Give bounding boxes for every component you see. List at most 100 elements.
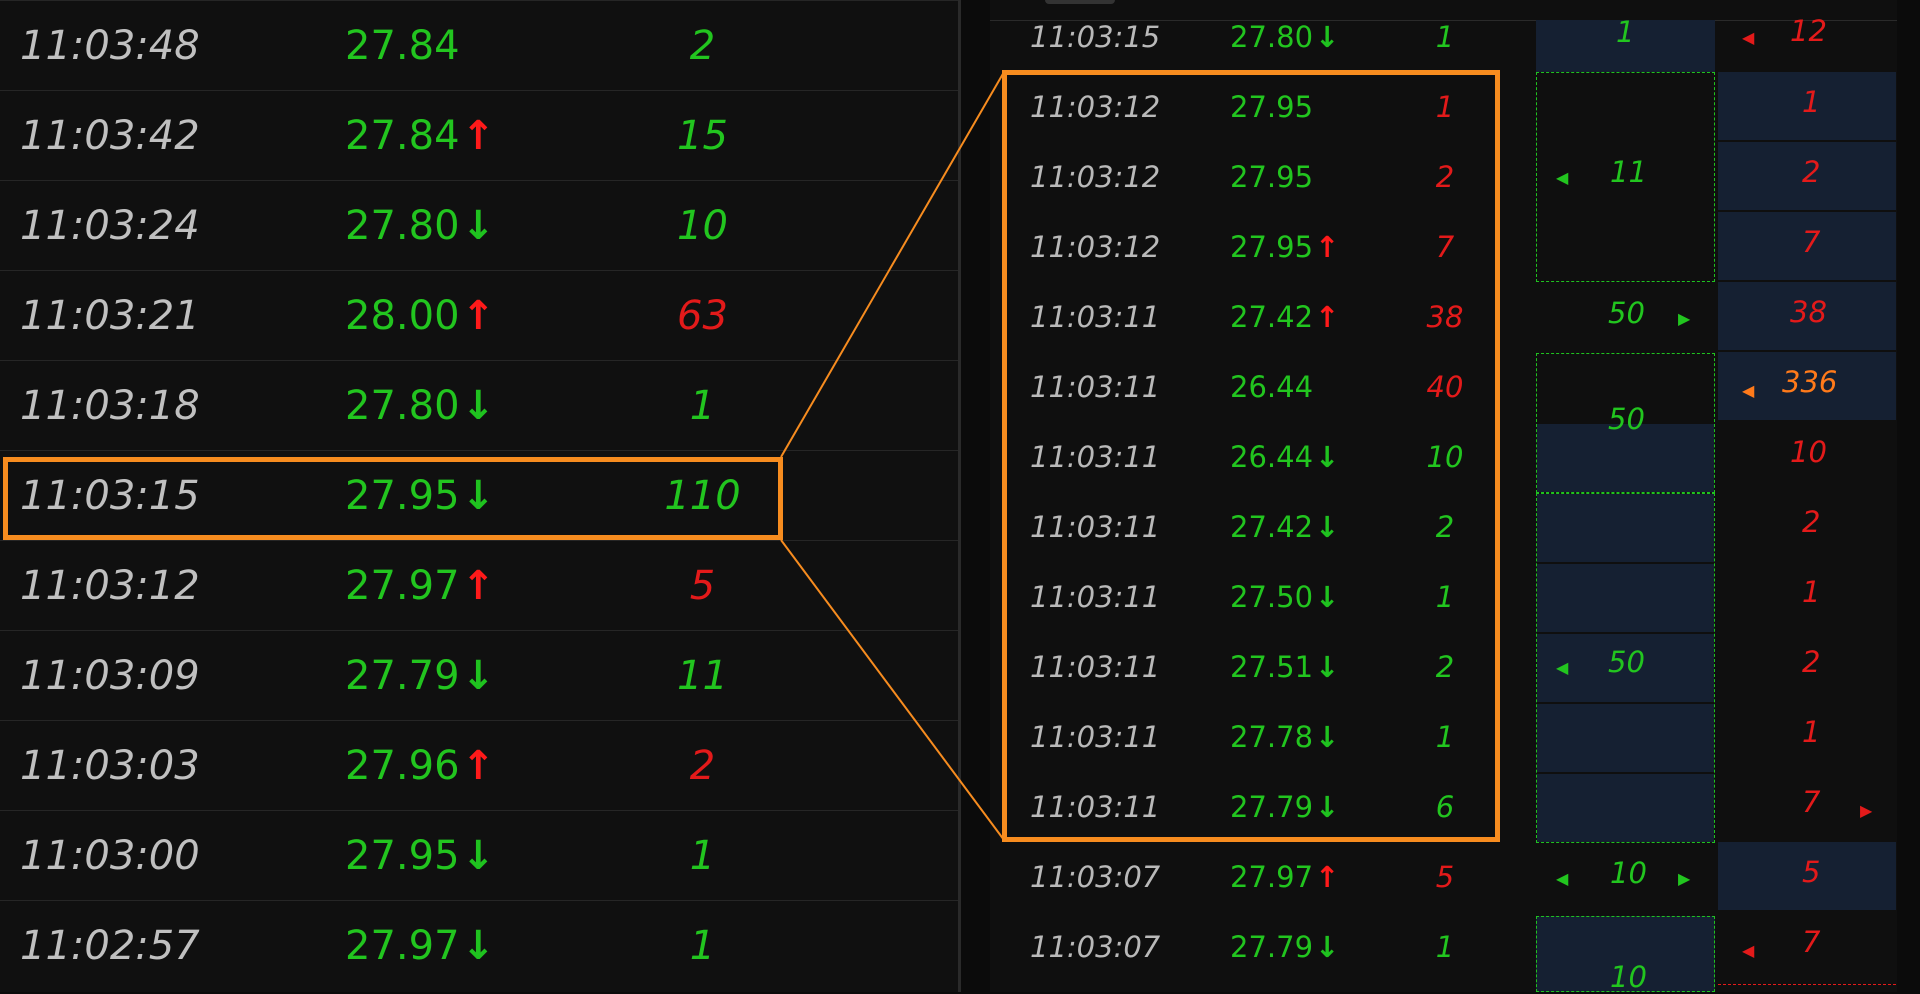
trade-price-value: 27.84 [345, 23, 460, 69]
highlight-box-right [1002, 70, 1500, 842]
value-bottom-dashed [1718, 984, 1896, 992]
match-box-50b-bg1 [1537, 494, 1714, 562]
trade-price: 27.80↓ [345, 181, 495, 271]
trade-time: 11:03:07 [1030, 860, 1161, 894]
arrow-down-icon: ↓ [461, 923, 496, 969]
panel-divider [958, 0, 961, 992]
trade-time: 11:03:24 [20, 203, 200, 249]
trade-price-value: 28.00 [345, 293, 460, 339]
trade-volume: 1 [1435, 20, 1455, 54]
value-cell: 7 [1802, 925, 1821, 959]
arrow-down-icon: ↓ [461, 203, 496, 249]
value-cell: 2 [1802, 505, 1821, 539]
arrow-down-icon: ↓ [461, 383, 496, 429]
value-cell: 2 [1802, 645, 1821, 679]
trade-price: 27.80↓ [345, 361, 495, 451]
triangle-left-icon: ◀ [1556, 658, 1569, 677]
value-cell: 1 [1802, 575, 1821, 609]
match-row-10-value: 10 [1610, 856, 1647, 890]
match-box-50b-bg2 [1537, 564, 1714, 632]
trade-volume: 5 [1435, 860, 1455, 894]
trade-volume: 1 [689, 923, 716, 969]
arrow-up-icon: ↑ [461, 743, 496, 789]
match-box-11-value: 11 [1610, 155, 1647, 189]
trade-volume: 15 [677, 113, 728, 159]
highlight-box-left [3, 457, 783, 540]
table-row[interactable]: 11:03:24 27.80↓ 10 [0, 180, 958, 270]
trade-price: 27.80↓ [1230, 2, 1339, 72]
trade-price: 27.97↓ [345, 901, 495, 991]
trade-time: 11:03:09 [20, 653, 200, 699]
trade-volume: 63 [677, 293, 728, 339]
table-row[interactable]: 11:03:07 27.79↓ 1 [990, 912, 1897, 982]
trade-time: 11:03:03 [20, 743, 200, 789]
trade-time: 11:02:57 [20, 923, 200, 969]
trade-price: 27.96↑ [345, 721, 495, 811]
trade-volume: 10 [677, 203, 728, 249]
table-row[interactable]: 11:03:48 27.84 2 [0, 0, 958, 90]
match-box-50b-bg4 [1537, 704, 1714, 772]
trade-volume: 1 [689, 833, 716, 879]
trade-volume: 1 [689, 383, 716, 429]
trade-time: 11:03:21 [20, 293, 200, 339]
arrow-down-icon: ↓ [1315, 20, 1340, 54]
trade-price-value: 27.79 [1230, 930, 1314, 964]
triangle-left-icon: ◀ [1742, 28, 1755, 47]
value-cell: 7 [1802, 785, 1821, 819]
table-row[interactable]: 11:03:21 28.00↑ 63 [0, 270, 958, 360]
table-row[interactable]: 11:03:42 27.84↑ 15 [0, 90, 958, 180]
trade-price: 27.84↑ [345, 91, 495, 181]
triangle-left-icon: ◀ [1742, 941, 1755, 960]
trade-price-value: 27.84 [345, 113, 460, 159]
table-row[interactable]: 11:03:00 27.95↓ 1 [0, 810, 958, 900]
trade-price-value: 27.96 [345, 743, 460, 789]
trade-price-value: 27.80 [345, 203, 460, 249]
trade-price-value: 27.97 [345, 923, 460, 969]
match-bottom-value: 10 [1610, 960, 1647, 994]
value-cell: 2 [1802, 155, 1821, 189]
arrow-down-icon: ↓ [461, 653, 496, 699]
trade-volume: 1 [1435, 930, 1455, 964]
match-top-value: 1 [1616, 15, 1635, 49]
trade-price: 27.97↑ [345, 541, 495, 631]
triangle-left-icon: ◀ [1556, 869, 1569, 888]
trade-price-value: 27.97 [345, 563, 460, 609]
trade-time: 11:03:48 [20, 23, 200, 69]
value-cell: 1 [1802, 715, 1821, 749]
value-cell: 336 [1782, 365, 1838, 399]
trade-volume: 5 [689, 563, 716, 609]
trade-price-value: 27.79 [345, 653, 460, 699]
arrow-up-icon: ↑ [461, 113, 496, 159]
table-row[interactable]: 11:03:12 27.97↑ 5 [0, 540, 958, 630]
trade-price: 27.97↑ [1230, 842, 1339, 912]
table-row[interactable]: 11:02:57 27.97↓ 1 [0, 900, 958, 990]
trade-price: 27.79↓ [1230, 912, 1339, 982]
arrow-down-icon: ↓ [1315, 930, 1340, 964]
trade-time: 11:03:07 [1030, 930, 1161, 964]
trade-volume: 11 [677, 653, 728, 699]
trade-price-value: 27.97 [1230, 860, 1314, 894]
value-cell: 1 [1802, 85, 1821, 119]
arrow-down-icon: ↓ [461, 833, 496, 879]
trade-time: 11:03:42 [20, 113, 200, 159]
value-cell: 7 [1802, 225, 1821, 259]
table-row[interactable]: 11:03:09 27.79↓ 11 [0, 630, 958, 720]
value-top: 12 [1790, 14, 1827, 48]
value-cell: 10 [1790, 435, 1827, 469]
triangle-right-icon: ▶ [1678, 309, 1691, 328]
table-row[interactable]: 11:03:03 27.96↑ 2 [0, 720, 958, 810]
arrow-up-icon: ↑ [461, 293, 496, 339]
trade-time: 11:03:12 [20, 563, 200, 609]
triangle-right-icon: ▶ [1860, 801, 1873, 820]
match-row-50-value: 50 [1608, 296, 1645, 330]
table-row[interactable]: 11:03:18 27.80↓ 1 [0, 360, 958, 450]
trade-price-value: 27.80 [345, 383, 460, 429]
table-row[interactable]: 11:03:15 27.80↓ 1 [990, 2, 1897, 72]
trade-volume: 2 [689, 23, 716, 69]
match-box-50b-bg5 [1537, 774, 1714, 842]
match-box-50a-value: 50 [1608, 402, 1645, 436]
trade-price: 27.79↓ [345, 631, 495, 721]
trade-time: 11:03:18 [20, 383, 200, 429]
trade-price: 27.95↓ [345, 811, 495, 901]
trade-price-value: 27.95 [345, 833, 460, 879]
